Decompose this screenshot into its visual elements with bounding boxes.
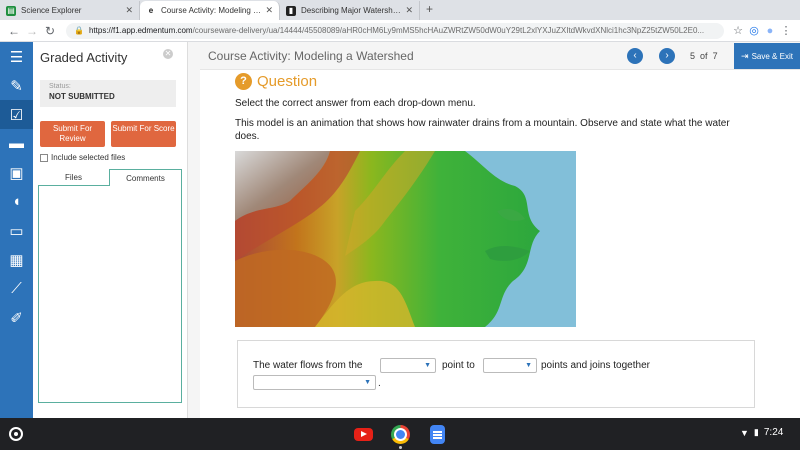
chrome-icon[interactable] [391, 425, 410, 444]
previous-page-button[interactable]: ‹ [627, 48, 643, 64]
answer-text-2: point to [442, 360, 475, 371]
extension-icon[interactable]: ◎ [746, 24, 762, 37]
comments-pane[interactable] [38, 186, 182, 403]
list-icon[interactable]: ☰ [0, 42, 33, 71]
graph-icon[interactable]: ⟋ [0, 274, 33, 303]
include-files-checkbox[interactable] [40, 153, 48, 162]
include-files-label: Include selected files [51, 153, 126, 162]
profile-icon[interactable]: ● [762, 25, 778, 37]
dropdown-arrow-icon: ▼ [525, 362, 532, 369]
os-shelf: ▼ ▮ 7:24 [0, 418, 800, 450]
tab-title: Science Explorer [21, 6, 82, 15]
dropdown-arrow-icon: ▼ [364, 379, 371, 386]
save-exit-label: Save & Exit [751, 51, 793, 61]
launcher-icon[interactable] [9, 427, 23, 441]
url-host: https://f1.app.edmentum.com [88, 26, 193, 35]
clock-time: 7:24 [763, 427, 784, 438]
star-icon[interactable]: ☆ [730, 24, 746, 37]
new-tab-icon[interactable]: + [426, 1, 433, 20]
browser-toolbar: ← → ↻ 🔒 https://f1.app.edmentum.com/cour… [0, 20, 800, 42]
document-icon: ▮ [286, 5, 296, 16]
back-icon[interactable]: ← [6, 24, 22, 38]
dropdown-arrow-icon: ▼ [424, 362, 431, 369]
youtube-icon[interactable] [354, 428, 373, 441]
dropdown-2[interactable]: ▼ [483, 358, 537, 373]
graded-activity-panel: Graded Activity ✕ Status: NOT SUBMITTED … [33, 42, 188, 418]
browser-tab-bar: ▤ Science Explorer ✕ e Course Activity: … [0, 0, 800, 20]
close-icon[interactable]: ✕ [265, 5, 273, 16]
include-files-option[interactable]: Include selected files [40, 153, 125, 162]
page-counter: 5 of 7 [690, 51, 718, 61]
course-title: Course Activity: Modeling a Watershed [208, 49, 414, 63]
exit-icon: ⇥ [741, 50, 749, 61]
next-page-button[interactable]: › [659, 48, 675, 64]
status-label: Status: [49, 83, 71, 90]
close-icon[interactable]: ✕ [405, 5, 413, 16]
close-icon[interactable]: ✕ [125, 5, 133, 16]
page-of: of [700, 51, 708, 61]
answer-text-3: points and joins together [541, 360, 650, 371]
question-instruction: Select the correct answer from each drop… [235, 98, 476, 109]
graded-activity-icon[interactable]: ☑ [0, 100, 33, 129]
submit-for-review-button[interactable]: Submit For Review [40, 121, 105, 147]
question-icon: ? [235, 73, 252, 90]
wifi-icon: ▼ [740, 427, 749, 438]
answer-text-1: The water flows from the [253, 360, 363, 371]
tab-title: Course Activity: Modeling a Wat [161, 6, 261, 15]
forward-icon[interactable]: → [24, 24, 40, 38]
question-description: This model is an animation that shows ho… [235, 118, 730, 142]
close-icon[interactable]: ✕ [163, 49, 173, 59]
book-icon[interactable]: ▣ [0, 158, 33, 187]
address-bar[interactable]: 🔒 https://f1.app.edmentum.com/courseware… [66, 22, 724, 39]
dropdown-3[interactable]: ▼ [253, 375, 376, 390]
docs-icon[interactable] [430, 425, 445, 444]
content-gutter [188, 42, 200, 418]
page-total: 7 [712, 51, 718, 61]
audio-icon[interactable]: ◖ [0, 187, 33, 216]
reload-icon[interactable]: ↻ [42, 24, 58, 38]
status-value: NOT SUBMITTED [49, 92, 115, 101]
battery-icon: ▮ [753, 427, 759, 437]
tool-rail: ☰ ✎ ☑ ▬ ▣ ◖ ▭ ▦ ⟋ ✐ [0, 42, 33, 418]
status-box: Status: NOT SUBMITTED [40, 80, 176, 107]
tab-title: Describing Major Watershed Sys [301, 6, 402, 15]
chat-icon[interactable]: ▭ [0, 216, 33, 245]
panel-tabs: Files Comments [38, 169, 182, 186]
browser-tab-course-activity[interactable]: e Course Activity: Modeling a Wat ✕ [140, 1, 280, 20]
edit-icon[interactable]: ✎ [0, 71, 33, 100]
url-path: /courseware-delivery/ua/14444/45508089/a… [192, 26, 705, 35]
edmentum-icon: e [148, 6, 154, 15]
panel-title: Graded Activity [40, 50, 128, 65]
calculator-icon[interactable]: ▦ [0, 245, 33, 274]
answer-box: The water flows from the ▼ point to ▼ po… [237, 340, 755, 408]
course-header: Course Activity: Modeling a Watershed ‹ … [200, 42, 800, 70]
running-indicator [399, 446, 402, 449]
browser-tab-describing-watershed[interactable]: ▮ Describing Major Watershed Sys ✕ [280, 1, 420, 20]
browser-tab-science-explorer[interactable]: ▤ Science Explorer ✕ [0, 1, 140, 20]
answer-end: . [378, 378, 381, 389]
science-explorer-icon: ▤ [6, 5, 16, 16]
page-current: 5 [690, 51, 696, 61]
highlighter-icon[interactable]: ✐ [0, 303, 33, 332]
tab-files[interactable]: Files [38, 169, 109, 186]
question-heading: Question [257, 73, 318, 90]
tab-comments[interactable]: Comments [109, 169, 182, 186]
folder-icon[interactable]: ▬ [0, 129, 33, 158]
status-tray[interactable]: ▼ ▮ 7:24 [740, 427, 783, 438]
lock-icon: 🔒 [74, 26, 84, 35]
menu-icon[interactable]: ⋮ [778, 24, 794, 37]
watershed-model-image [235, 151, 576, 327]
save-exit-button[interactable]: ⇥ Save & Exit [734, 43, 800, 69]
submit-for-score-button[interactable]: Submit For Score [111, 121, 176, 147]
dropdown-1[interactable]: ▼ [380, 358, 436, 373]
